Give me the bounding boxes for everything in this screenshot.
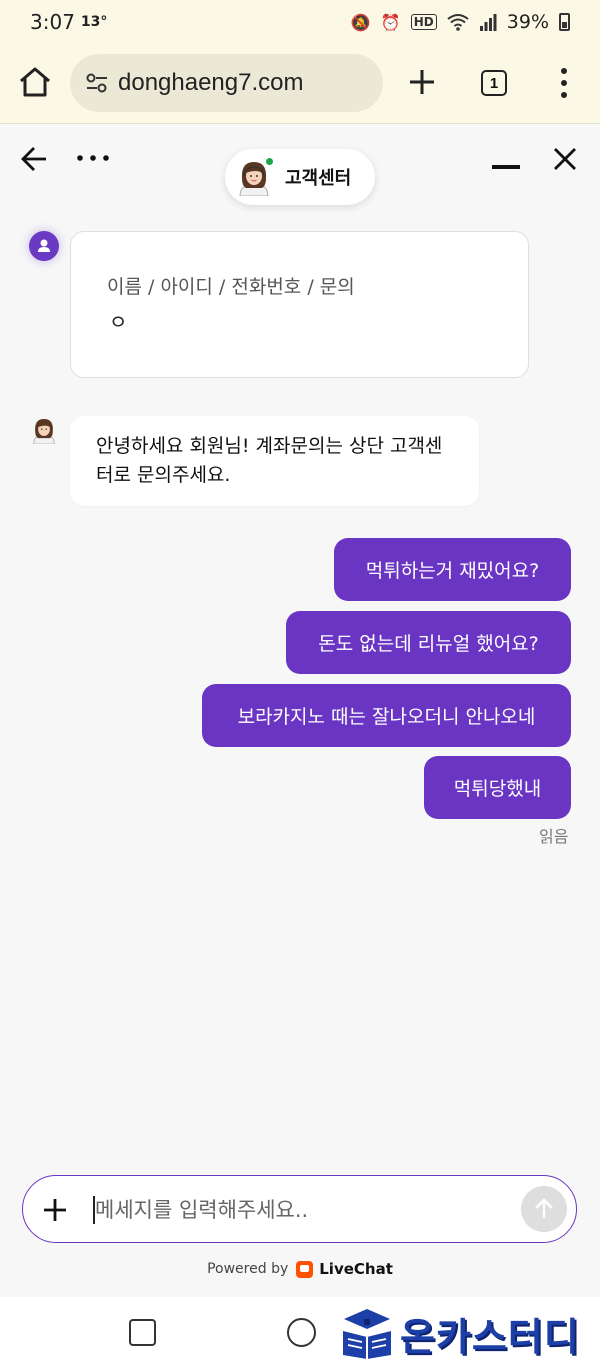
- visitor-message: 보라카지노 때는 잘나오더니 안나오네: [202, 684, 571, 747]
- powered-by-text: Powered by: [207, 1261, 289, 1277]
- temperature: 13°: [80, 14, 108, 30]
- battery-percent: 39%: [506, 11, 549, 33]
- powered-by-footer[interactable]: Powered by LiveChat: [0, 1260, 600, 1278]
- user-icon: [38, 239, 50, 252]
- close-icon[interactable]: [551, 145, 579, 173]
- agent-avatar: [235, 156, 275, 197]
- chat-title: 고객센터: [285, 168, 352, 189]
- watermark-text: 온카스터디: [400, 1314, 580, 1359]
- recent-apps-icon[interactable]: [129, 1319, 156, 1346]
- message-input[interactable]: [95, 1190, 515, 1230]
- send-arrow-icon: [535, 1198, 553, 1218]
- browser-toolbar: donghaeng7.com 1: [0, 44, 600, 124]
- battery-icon: [559, 13, 570, 31]
- back-arrow-icon[interactable]: [20, 145, 48, 173]
- clock: 3:07: [30, 10, 75, 34]
- signal-icon: [479, 14, 497, 31]
- home-circle-icon[interactable]: [287, 1318, 316, 1347]
- message-composer: [22, 1175, 577, 1243]
- read-receipt: 읽음: [539, 827, 569, 846]
- tab-switcher-button[interactable]: 1: [481, 70, 507, 96]
- address-bar[interactable]: donghaeng7.com: [70, 54, 383, 112]
- agent-message: 안녕하세요 회원님! 계좌문의는 상단 고객센터로 문의주세요.: [70, 416, 479, 506]
- send-button[interactable]: [521, 1186, 567, 1232]
- book-cap-icon: [343, 1309, 391, 1359]
- minimize-icon[interactable]: [492, 165, 520, 169]
- agent-info-pill[interactable]: 고객센터: [225, 149, 375, 205]
- more-vert-icon[interactable]: [554, 66, 574, 100]
- alarm-icon: ⏰: [380, 12, 401, 32]
- mute-icon: 🔕: [350, 12, 371, 32]
- watermark-logo: 온카스터디: [340, 1305, 595, 1361]
- visitor-message: 먹튀당했내: [424, 756, 571, 819]
- chat-header: 고객센터: [0, 125, 600, 215]
- visitor-message: 먹튀하는거 재밌어요?: [334, 538, 571, 601]
- add-attachment-icon[interactable]: [41, 1196, 69, 1224]
- livechat-logo-icon: [296, 1260, 314, 1278]
- online-status-dot: [264, 156, 275, 167]
- new-tab-icon[interactable]: [406, 66, 438, 98]
- wifi-icon: [447, 14, 469, 31]
- livechat-brand: LiveChat: [319, 1260, 393, 1278]
- home-icon[interactable]: [17, 64, 53, 100]
- prechat-form-card: 이름 / 아이디 / 전화번호 / 문의 ㅇ: [70, 231, 529, 378]
- url-text: donghaeng7.com: [118, 69, 304, 96]
- form-field-label: 이름 / 아이디 / 전화번호 / 문의: [107, 276, 355, 298]
- agent-message-avatar: [33, 418, 55, 444]
- visitor-avatar: [29, 231, 59, 261]
- status-icons: 🔕 ⏰ HD 39%: [351, 11, 570, 33]
- site-settings-icon[interactable]: [84, 70, 110, 96]
- more-horiz-icon[interactable]: [76, 149, 110, 167]
- visitor-message: 돈도 없는데 리뉴얼 했어요?: [286, 611, 571, 674]
- system-nav-bar: 온카스터디: [0, 1297, 600, 1367]
- form-field-value: ㅇ: [109, 310, 128, 334]
- hd-icon: HD: [410, 14, 437, 30]
- status-bar: 3:07 13° 🔕 ⏰ HD 39%: [0, 0, 600, 44]
